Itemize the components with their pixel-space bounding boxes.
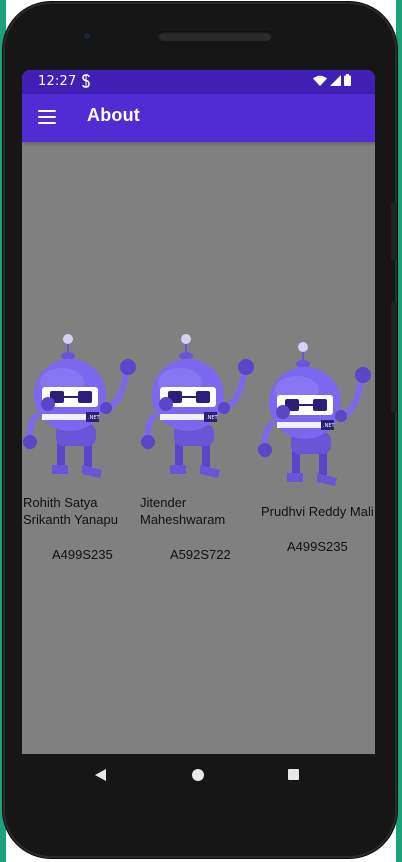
member-name-line2: Maheshwaram: [140, 512, 226, 527]
volume-button: [391, 202, 397, 260]
about-content: .NET Rohith Satya Srikanth Yanapu A499S2…: [22, 142, 375, 754]
member-name-line2: Srikanth Yanapu: [23, 512, 118, 527]
svg-text:.NET: .NET: [323, 423, 335, 429]
phone-screen: 12:27 About .NET Rohith Satya Srikanth Y…: [22, 70, 375, 754]
back-icon[interactable]: [95, 769, 106, 781]
s-notification-icon: [81, 74, 91, 88]
status-icons: [313, 74, 351, 90]
status-bar: 12:27: [22, 70, 375, 94]
wifi-icon: [313, 75, 327, 90]
signal-icon: [330, 74, 341, 90]
member-name-line1: Rohith Satya: [23, 495, 98, 510]
member-name-line1: Prudhvi Reddy Mali: [261, 504, 374, 519]
app-bar: About: [22, 94, 375, 142]
member-id: A499S235: [287, 539, 348, 554]
page-title: About: [87, 105, 140, 125]
member-id: A499S235: [52, 547, 113, 562]
member-id: A592S722: [170, 547, 231, 562]
status-time: 12:27: [38, 74, 77, 89]
svg-text:.NET: .NET: [206, 415, 218, 421]
home-icon[interactable]: [192, 769, 204, 781]
device-canvas: 12:27 About .NET Rohith Satya Srikanth Y…: [0, 0, 402, 862]
hamburger-menu-icon[interactable]: [38, 110, 56, 124]
power-button: [391, 302, 397, 412]
dotnet-bot-icon: .NET: [141, 334, 254, 478]
recents-icon[interactable]: [288, 769, 299, 780]
battery-icon: [344, 74, 351, 90]
member-name-line1: Jitender: [140, 495, 187, 510]
dotnet-bot-icon: .NET: [258, 342, 371, 486]
earpiece-speaker: [158, 31, 272, 41]
system-nav-bar: [22, 754, 375, 796]
front-camera-icon: [81, 30, 93, 42]
svg-text:.NET: .NET: [88, 415, 100, 421]
dotnet-bot-icon: .NET: [23, 334, 136, 478]
